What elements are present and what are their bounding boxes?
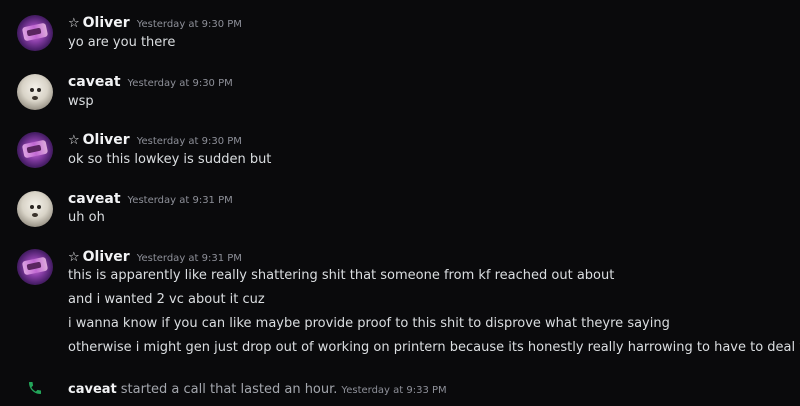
username[interactable]: caveat bbox=[68, 191, 121, 207]
avatar[interactable] bbox=[17, 15, 53, 51]
message-text: i wanna know if you can like maybe provi… bbox=[68, 316, 670, 331]
username[interactable]: Oliver bbox=[83, 15, 130, 31]
message-text: wsp bbox=[68, 94, 94, 109]
call-username[interactable]: caveat bbox=[68, 382, 117, 397]
message-header: ☆ Oliver Yesterday at 9:30 PM bbox=[68, 13, 242, 34]
call-text: caveat started a call that lasted an hour… bbox=[68, 379, 447, 400]
username[interactable]: caveat bbox=[68, 74, 121, 90]
message-header: ☆ Oliver Yesterday at 9:31 PM bbox=[68, 247, 242, 268]
timestamp: Yesterday at 9:31 PM bbox=[136, 253, 242, 264]
phone-icon bbox=[29, 382, 41, 394]
message-text: otherwise i might gen just drop out of w… bbox=[68, 340, 800, 355]
star-icon: ☆ bbox=[68, 133, 80, 148]
timestamp: Yesterday at 9:30 PM bbox=[127, 78, 233, 89]
message-text: yo are you there bbox=[68, 35, 176, 50]
avatar[interactable] bbox=[17, 191, 53, 227]
message-text: ok so this lowkey is sudden but bbox=[68, 152, 272, 167]
call-description: started a call that lasted an hour. bbox=[120, 382, 338, 397]
avatar[interactable] bbox=[17, 132, 53, 168]
timestamp: Yesterday at 9:30 PM bbox=[136, 19, 242, 30]
message-header: caveat Yesterday at 9:31 PM bbox=[68, 189, 233, 210]
username[interactable]: Oliver bbox=[83, 249, 130, 265]
call-system-message: caveat started a call that lasted an hour… bbox=[0, 378, 800, 398]
message-text: uh oh bbox=[68, 210, 105, 225]
star-icon: ☆ bbox=[68, 16, 80, 31]
timestamp: Yesterday at 9:31 PM bbox=[127, 195, 233, 206]
message-text: and i wanted 2 vc about it cuz bbox=[68, 292, 265, 307]
message-header: caveat Yesterday at 9:30 PM bbox=[68, 72, 233, 93]
timestamp: Yesterday at 9:30 PM bbox=[136, 136, 242, 147]
avatar[interactable] bbox=[17, 74, 53, 110]
avatar[interactable] bbox=[17, 249, 53, 285]
star-icon: ☆ bbox=[68, 250, 80, 265]
message-header: ☆ Oliver Yesterday at 9:30 PM bbox=[68, 130, 242, 151]
call-timestamp: Yesterday at 9:33 PM bbox=[341, 385, 447, 396]
message-text: this is apparently like really shatterin… bbox=[68, 268, 615, 283]
username[interactable]: Oliver bbox=[83, 132, 130, 148]
chat-message-list: ☆ Oliver Yesterday at 9:30 PM yo are you t… bbox=[0, 0, 800, 406]
